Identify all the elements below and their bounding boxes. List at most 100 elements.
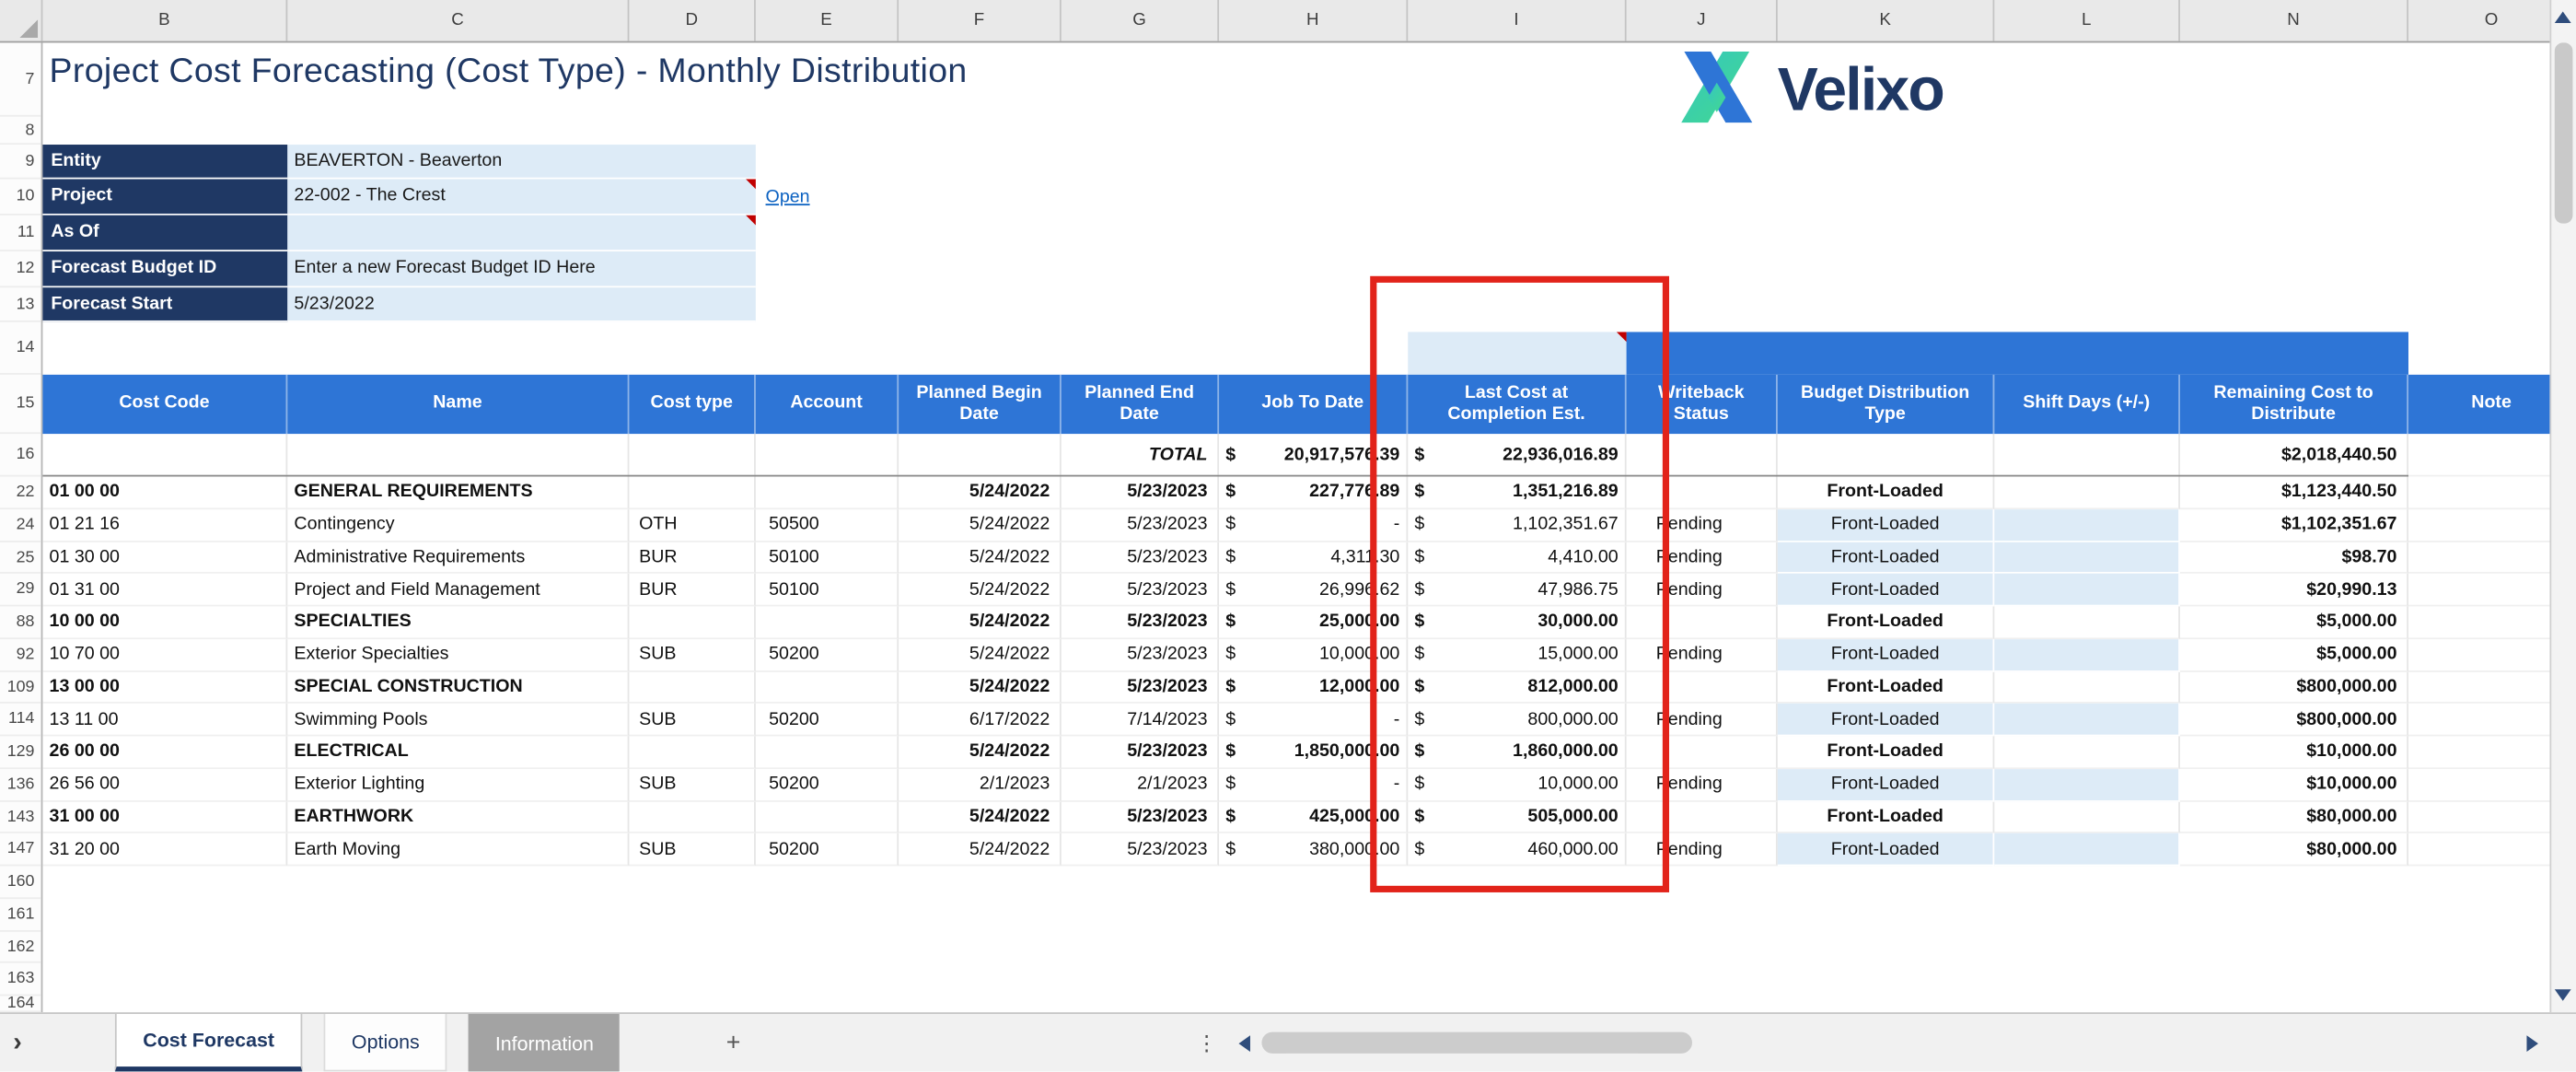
cell-143-planned-begin-date[interactable]: 5/24/2022 (899, 801, 1062, 833)
cell-29-writeback-status[interactable]: Pending (1627, 574, 1778, 606)
cell-136-planned-begin-date[interactable]: 2/1/2023 (899, 769, 1062, 801)
cell-109-writeback-status[interactable] (1627, 671, 1778, 704)
cell-25-account[interactable]: 50100 (756, 542, 899, 574)
row-header-13[interactable]: 13 (0, 287, 41, 321)
cell-147-remaining-cost[interactable]: $80,000.00 (2180, 833, 2408, 866)
cell-25-cost-code[interactable]: 01 30 00 (42, 542, 287, 574)
column-header-C[interactable]: C (287, 0, 629, 41)
cell-129-job-to-date[interactable]: $1,850,000.00 (1219, 736, 1408, 768)
cell-22-writeback-status[interactable] (1627, 476, 1778, 508)
cell-24-budget-distribution-type[interactable]: Front-Loaded (1778, 509, 1995, 542)
cell-88-remaining-cost[interactable]: $5,000.00 (2180, 606, 2408, 638)
cell-92-job-to-date[interactable]: $10,000.00 (1219, 639, 1408, 671)
row-header-114[interactable]: 114 (0, 704, 41, 736)
cell-24-planned-end-date[interactable]: 5/23/2023 (1062, 509, 1219, 542)
column-header-D[interactable]: D (629, 0, 755, 41)
as-of-value[interactable] (287, 216, 756, 251)
cell-114-account[interactable]: 50200 (756, 704, 899, 736)
table-header-planned-begin-date[interactable]: Planned Begin Date (899, 375, 1062, 434)
cell-129-account[interactable] (756, 736, 899, 768)
table-header-writeback-status[interactable]: Writeback Status (1627, 375, 1778, 434)
cell-92-shift-days[interactable] (1994, 639, 2180, 671)
cell-25-shift-days[interactable] (1994, 542, 2180, 574)
hscroll-left-arrow-icon[interactable] (1238, 1035, 1249, 1052)
cell-92-remaining-cost[interactable]: $5,000.00 (2180, 639, 2408, 671)
cell-16-shift-days[interactable] (1994, 434, 2180, 476)
column-header-N[interactable]: N (2180, 0, 2408, 41)
cell-143-name[interactable]: EARTHWORK (287, 801, 629, 833)
cell-22-name[interactable]: GENERAL REQUIREMENTS (287, 476, 629, 508)
row-header-161[interactable]: 161 (0, 899, 41, 931)
row-header-12[interactable]: 12 (0, 251, 41, 287)
tab-options[interactable]: Options (324, 1014, 447, 1071)
add-sheet-button[interactable]: + (717, 1026, 750, 1059)
select-all-button[interactable] (0, 0, 42, 41)
tab-overflow-icon[interactable]: ⋮ (1196, 1014, 1217, 1071)
cell-129-planned-begin-date[interactable]: 5/24/2022 (899, 736, 1062, 768)
row-header-9[interactable]: 9 (0, 145, 41, 179)
cell-88-job-to-date[interactable]: $25,000.00 (1219, 606, 1408, 638)
cell-29-planned-end-date[interactable]: 5/23/2023 (1062, 574, 1219, 606)
row-header-136[interactable]: 136 (0, 769, 41, 801)
cell-29-remaining-cost[interactable]: $20,990.13 (2180, 574, 2408, 606)
cell-143-planned-end-date[interactable]: 5/23/2023 (1062, 801, 1219, 833)
cell-147-name[interactable]: Earth Moving (287, 833, 629, 866)
hscroll-thumb[interactable] (1261, 1032, 1692, 1054)
vertical-scrollbar[interactable] (2549, 0, 2576, 1012)
column-header-J[interactable]: J (1627, 0, 1778, 41)
cell-24-last-cost[interactable]: $1,102,351.67 (1408, 509, 1626, 542)
row-header-164[interactable]: 164 (0, 996, 41, 1012)
table-header-name[interactable]: Name (287, 375, 629, 434)
cell-25-last-cost[interactable]: $4,410.00 (1408, 542, 1626, 574)
cell-109-cost-type[interactable] (629, 671, 755, 704)
cell-143-job-to-date[interactable]: $425,000.00 (1219, 801, 1408, 833)
cell-25-job-to-date[interactable]: $4,311.30 (1219, 542, 1408, 574)
entity-value[interactable]: BEAVERTON - Beaverton (287, 145, 756, 179)
cell-92-account[interactable]: 50200 (756, 639, 899, 671)
table-header-cost-code[interactable]: Cost Code (42, 375, 287, 434)
cell-129-writeback-status[interactable] (1627, 736, 1778, 768)
cell-24-shift-days[interactable] (1994, 509, 2180, 542)
cell-109-cost-code[interactable]: 13 00 00 (42, 671, 287, 704)
cell-129-budget-distribution-type[interactable]: Front-Loaded (1778, 736, 1995, 768)
row-header-109[interactable]: 109 (0, 671, 41, 704)
cell-24-cost-type[interactable]: OTH (629, 509, 755, 542)
cell-136-planned-end-date[interactable]: 2/1/2023 (1062, 769, 1219, 801)
cell-129-name[interactable]: ELECTRICAL (287, 736, 629, 768)
cell-25-writeback-status[interactable]: Pending (1627, 542, 1778, 574)
total-remaining[interactable]: $2,018,440.50 (2180, 434, 2408, 476)
cell-109-planned-end-date[interactable]: 5/23/2023 (1062, 671, 1219, 704)
cell-92-last-cost[interactable]: $15,000.00 (1408, 639, 1626, 671)
tab-information[interactable]: Information (469, 1014, 620, 1071)
cell-143-shift-days[interactable] (1994, 801, 2180, 833)
cell-136-cost-type[interactable]: SUB (629, 769, 755, 801)
cell-147-account[interactable]: 50200 (756, 833, 899, 866)
cell-129-cost-code[interactable]: 26 00 00 (42, 736, 287, 768)
cell-88-account[interactable] (756, 606, 899, 638)
vscroll-thumb[interactable] (2555, 42, 2573, 223)
cell-25-cost-type[interactable]: BUR (629, 542, 755, 574)
cell-24-name[interactable]: Contingency (287, 509, 629, 542)
cell-22-shift-days[interactable] (1994, 476, 2180, 508)
row-header-16[interactable]: 16 (0, 434, 41, 476)
cell-109-name[interactable]: SPECIAL CONSTRUCTION (287, 671, 629, 704)
cell-129-cost-type[interactable] (629, 736, 755, 768)
cell-24-writeback-status[interactable]: Pending (1627, 509, 1778, 542)
row-header-8[interactable]: 8 (0, 117, 41, 145)
cell-16-cost-type[interactable] (629, 434, 755, 476)
total-job-to-date[interactable]: $20,917,576.39 (1219, 434, 1408, 476)
column-header-H[interactable]: H (1219, 0, 1408, 41)
table-header-budget-distribution-type[interactable]: Budget Distribution Type (1778, 375, 1995, 434)
row-header-22[interactable]: 22 (0, 476, 41, 508)
tab-cost-forecast[interactable]: Cost Forecast (115, 1014, 302, 1071)
open-project-link[interactable]: Open (766, 181, 810, 215)
cell-24-remaining-cost[interactable]: $1,102,351.67 (2180, 509, 2408, 542)
cell-92-writeback-status[interactable]: Pending (1627, 639, 1778, 671)
scroll-down-arrow-icon[interactable] (2555, 989, 2571, 1000)
cell-147-planned-end-date[interactable]: 5/23/2023 (1062, 833, 1219, 866)
sheet-nav-arrow-icon[interactable]: › (0, 1014, 115, 1071)
row-header-29[interactable]: 29 (0, 574, 41, 606)
cell-92-name[interactable]: Exterior Specialties (287, 639, 629, 671)
cell-88-planned-end-date[interactable]: 5/23/2023 (1062, 606, 1219, 638)
row-header-163[interactable]: 163 (0, 963, 41, 996)
